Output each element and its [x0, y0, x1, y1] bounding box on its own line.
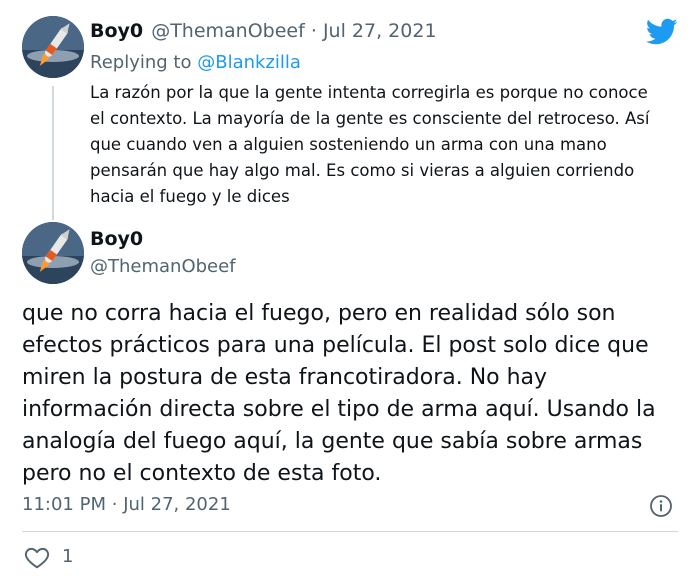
main-author-name[interactable]: Boy0 [90, 228, 143, 250]
main-author-avatar[interactable] [22, 222, 84, 284]
like-count: 1 [62, 546, 74, 567]
reply-tweet-text: La razón por la que la gente intenta cor… [90, 83, 650, 206]
replying-to-handle[interactable]: @Blankzilla [197, 52, 301, 73]
heart-icon [24, 547, 50, 569]
action-divider [22, 531, 678, 532]
main-tweet-timestamp[interactable]: 11:01 PM · Jul 27, 2021 [22, 494, 231, 515]
timestamp-separator: · [111, 494, 118, 515]
like-button[interactable] [24, 545, 50, 569]
thread-connector-line [52, 86, 54, 220]
twitter-bird-icon[interactable] [645, 18, 678, 46]
replying-to-prefix: Replying to [90, 52, 192, 73]
main-tweet-date: Jul 27, 2021 [123, 494, 231, 515]
reply-author-handle[interactable]: @ThemanObeef [151, 20, 305, 42]
reply-author-name[interactable]: Boy0 [90, 20, 143, 42]
main-author-handle[interactable]: @ThemanObeef [90, 256, 236, 277]
info-icon[interactable] [649, 494, 673, 518]
main-tweet-time: 11:01 PM [22, 494, 106, 515]
reply-tweet-header: Boy0 @ThemanObeef · Jul 27, 2021 [90, 20, 437, 42]
replying-to-line: Replying to @Blankzilla [90, 52, 301, 73]
reply-author-avatar[interactable] [22, 16, 84, 78]
reply-header-separator: · [310, 20, 317, 42]
reply-tweet-date[interactable]: Jul 27, 2021 [323, 20, 437, 42]
main-tweet-text: que no corra hacia el fuego, pero en rea… [22, 301, 656, 486]
